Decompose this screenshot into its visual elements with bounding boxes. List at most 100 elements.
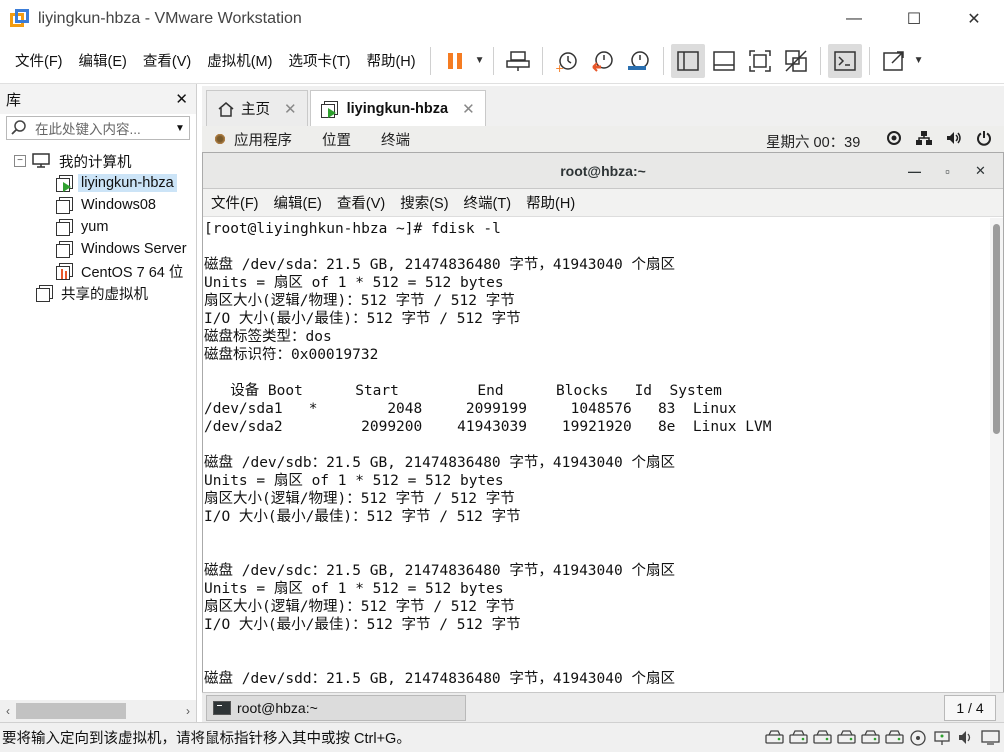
hdd-icon[interactable] bbox=[861, 729, 880, 746]
tree-item-label: Windows Server bbox=[81, 241, 187, 257]
terminal-close-button[interactable]: ✕ bbox=[964, 163, 997, 179]
menu-view[interactable]: 查看(V) bbox=[135, 50, 199, 71]
terminal-line: I/O 大小(最小/最佳)：512 字节 / 512 字节 bbox=[204, 617, 521, 633]
stretch-icon[interactable] bbox=[877, 44, 911, 78]
cdrom-icon[interactable] bbox=[909, 729, 928, 746]
terminal-menu-edit[interactable]: 编辑(E) bbox=[274, 192, 322, 213]
toolbar-separator bbox=[662, 46, 664, 75]
guest-top-bar: 应用程序 位置 终端 星期六 00：39 bbox=[202, 126, 1004, 152]
library-horizontal-scrollbar[interactable]: ‹ › bbox=[0, 700, 196, 722]
home-icon bbox=[218, 101, 234, 117]
tree-item-vm[interactable]: yum bbox=[0, 216, 196, 238]
hdd-icon[interactable] bbox=[885, 729, 904, 746]
vm-icon bbox=[56, 241, 74, 258]
unity-icon[interactable] bbox=[779, 44, 813, 78]
send-ctrl-alt-del-icon[interactable] bbox=[501, 44, 535, 78]
tree-item-label: CentOS 7 64 位 bbox=[81, 264, 184, 281]
tree-item-label: liyingkun-hbza bbox=[78, 174, 177, 192]
minimize-button[interactable]: — bbox=[824, 0, 884, 38]
network-icon[interactable] bbox=[933, 729, 952, 746]
hdd-icon[interactable] bbox=[789, 729, 808, 746]
volume-icon[interactable] bbox=[946, 130, 962, 146]
full-screen-icon[interactable] bbox=[743, 44, 777, 78]
terminal-scrollbar[interactable] bbox=[990, 218, 1003, 692]
snapshot-take-icon[interactable]: + bbox=[550, 44, 584, 78]
tree-item-vm[interactable]: Windows Server bbox=[0, 238, 196, 260]
snapshot-manager-icon[interactable] bbox=[622, 44, 656, 78]
scrollbar-thumb[interactable] bbox=[993, 224, 1000, 434]
terminal-title-bar: root@hbza:~ — ▫ ✕ bbox=[203, 153, 1003, 189]
tree-item-vm[interactable]: Windows08 bbox=[0, 194, 196, 216]
terminal-menu-help[interactable]: 帮助(H) bbox=[526, 192, 575, 213]
tab-vm[interactable]: liyingkun-hbza ✕ bbox=[309, 90, 486, 126]
accessibility-icon[interactable] bbox=[886, 130, 902, 146]
terminal-maximize-button[interactable]: ▫ bbox=[931, 164, 964, 179]
tab-label: 主页 bbox=[241, 102, 270, 118]
vm-console[interactable]: 应用程序 位置 终端 星期六 00：39 root@hbza:~ — ▫ ✕ 文… bbox=[202, 126, 1004, 692]
pause-icon[interactable] bbox=[438, 44, 472, 78]
guest-menu-terminal[interactable]: 终端 bbox=[381, 129, 410, 150]
scroll-left-icon[interactable]: ‹ bbox=[0, 704, 16, 718]
chevron-down-icon[interactable]: ▼ bbox=[912, 55, 926, 66]
terminal-minimize-button[interactable]: — bbox=[898, 164, 931, 179]
toolbar-separator bbox=[429, 46, 431, 75]
scrollbar-thumb[interactable] bbox=[16, 703, 126, 719]
chevron-down-icon[interactable]: ▼ bbox=[473, 55, 487, 66]
network-icon[interactable] bbox=[916, 130, 932, 146]
menu-vm[interactable]: 虚拟机(M) bbox=[199, 50, 280, 71]
snapshot-revert-icon[interactable] bbox=[586, 44, 620, 78]
tree-item-my-computer[interactable]: − 我的计算机 bbox=[0, 150, 196, 172]
terminal-menu-file[interactable]: 文件(F) bbox=[211, 192, 259, 213]
terminal-line: [root@liyinghkun-hbza ~]# fdisk -l bbox=[204, 221, 501, 237]
terminal-menu-search[interactable]: 搜索(S) bbox=[400, 192, 448, 213]
view-thumbnail-icon[interactable] bbox=[707, 44, 741, 78]
vmware-logo-icon bbox=[10, 9, 30, 29]
close-button[interactable]: ✕ bbox=[944, 0, 1004, 38]
terminal-output[interactable]: [root@liyinghkun-hbza ~]# fdisk -l 磁盘 /de… bbox=[203, 218, 991, 692]
tree-item-shared-vms[interactable]: 共享的虚拟机 bbox=[0, 282, 196, 304]
scroll-right-icon[interactable]: › bbox=[180, 704, 196, 718]
vm-running-icon bbox=[56, 175, 74, 192]
terminal-line: 设备 Boot Start End Blocks Id System bbox=[204, 383, 722, 399]
vm-icon bbox=[56, 219, 74, 236]
taskbar-terminal-item[interactable]: root@hbza:~ bbox=[206, 694, 466, 721]
tree-item-label: 共享的虚拟机 bbox=[61, 286, 148, 303]
tree-item-label: Windows08 bbox=[81, 197, 156, 213]
terminal-title: root@hbza:~ bbox=[560, 162, 646, 179]
library-search-input[interactable]: 在此处键入内容... ▼ bbox=[6, 116, 190, 140]
menu-edit[interactable]: 编辑(E) bbox=[71, 50, 135, 71]
terminal-menu-terminal[interactable]: 终端(T) bbox=[464, 192, 512, 213]
display-icon[interactable] bbox=[981, 729, 1000, 746]
tab-home[interactable]: 主页 ✕ bbox=[206, 90, 308, 126]
terminal-line: 磁盘 /dev/sda：21.5 GB, 21474836480 字节，4194… bbox=[204, 257, 675, 273]
workspace-pager[interactable]: 1 / 4 bbox=[944, 695, 996, 721]
menu-help[interactable]: 帮助(H) bbox=[358, 50, 423, 71]
hdd-icon[interactable] bbox=[765, 729, 784, 746]
tab-close-icon[interactable]: ✕ bbox=[462, 100, 475, 118]
terminal-menu-view[interactable]: 查看(V) bbox=[337, 192, 385, 213]
shared-vm-icon bbox=[36, 285, 54, 302]
guest-menu-places[interactable]: 位置 bbox=[322, 129, 351, 150]
menu-file[interactable]: 文件(F) bbox=[0, 50, 71, 71]
menu-tabs[interactable]: 选项卡(T) bbox=[280, 50, 358, 71]
hdd-icon[interactable] bbox=[837, 729, 856, 746]
power-icon[interactable] bbox=[976, 130, 992, 146]
guest-clock[interactable]: 星期六 00：39 bbox=[766, 131, 860, 152]
vm-running-icon bbox=[320, 100, 339, 118]
view-library-icon[interactable] bbox=[670, 43, 705, 78]
library-close-button[interactable]: ✕ bbox=[175, 90, 188, 108]
chevron-down-icon[interactable]: ▼ bbox=[171, 123, 189, 134]
terminal-line: 磁盘标签类型：dos bbox=[204, 329, 332, 345]
maximize-button[interactable]: ☐ bbox=[884, 0, 944, 38]
tree-item-vm[interactable]: liyingkun-hbza bbox=[0, 172, 196, 194]
sound-icon[interactable] bbox=[957, 729, 976, 746]
console-icon[interactable] bbox=[827, 43, 862, 78]
collapse-icon[interactable]: − bbox=[14, 155, 26, 167]
hdd-icon[interactable] bbox=[813, 729, 832, 746]
guest-menu-applications[interactable]: 应用程序 bbox=[234, 129, 292, 150]
tree-item-vm[interactable]: CentOS 7 64 位 bbox=[0, 260, 196, 282]
tab-close-icon[interactable]: ✕ bbox=[284, 100, 297, 118]
